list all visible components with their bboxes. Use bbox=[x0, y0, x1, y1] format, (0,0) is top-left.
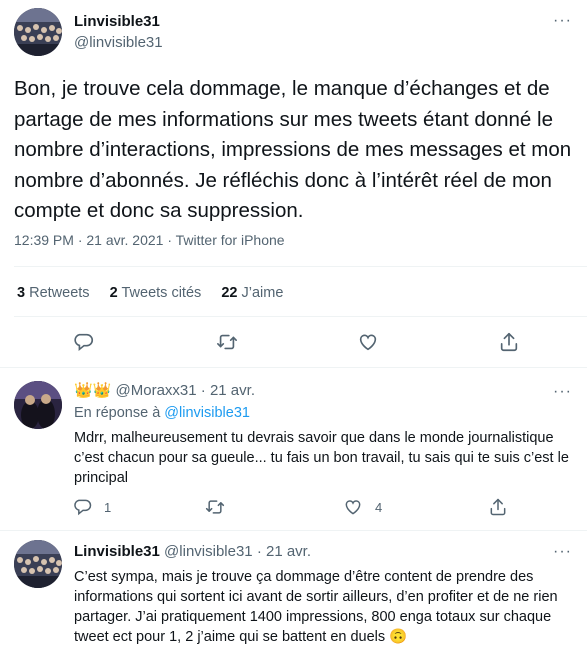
quotes-count: 2 bbox=[109, 285, 118, 301]
retweets-count: 3 bbox=[17, 285, 26, 301]
divider bbox=[0, 367, 587, 368]
retweet-icon[interactable] bbox=[205, 497, 225, 517]
reply-prefix: En réponse à bbox=[74, 405, 161, 421]
likes-label: J’aime bbox=[241, 285, 284, 301]
tweet-time[interactable]: 12:39 PM · 21 avr. 2021 · bbox=[14, 232, 172, 248]
divider bbox=[14, 316, 587, 317]
reply-author-name[interactable]: Linvisible31 bbox=[74, 543, 160, 560]
reply-icon[interactable] bbox=[73, 331, 95, 353]
crowd-photo-icon bbox=[14, 8, 62, 56]
reply-header: 👑👑 @Moraxx31 · 21 avr. bbox=[74, 381, 255, 399]
reply-text: C’est sympa, mais je trouve ça dommage d… bbox=[74, 567, 579, 647]
tweet-source[interactable]: Twitter for iPhone bbox=[176, 232, 285, 248]
retweets-label: Retweets bbox=[29, 285, 90, 301]
reply-time[interactable]: · 21 avr. bbox=[201, 382, 255, 399]
share-icon[interactable] bbox=[498, 331, 520, 353]
like-icon[interactable] bbox=[343, 497, 363, 517]
divider bbox=[0, 530, 587, 531]
more-options-icon[interactable]: ··· bbox=[553, 383, 572, 401]
author-avatar[interactable] bbox=[14, 8, 62, 56]
reply-text: Mdrr, malheureusement tu devrais savoir … bbox=[74, 430, 569, 486]
reply-handle[interactable]: @Moraxx31 bbox=[116, 382, 197, 399]
more-options-icon[interactable]: ··· bbox=[553, 12, 572, 30]
more-options-icon[interactable]: ··· bbox=[553, 543, 572, 561]
reply-count: 1 bbox=[104, 500, 112, 515]
crown-emoji-icon: 👑👑 bbox=[74, 382, 112, 399]
tweet-meta: 12:39 PM · 21 avr. 2021 · Twitter for iP… bbox=[14, 232, 285, 248]
tweet-text: Bon, je trouve cela dommage, le manque d… bbox=[14, 77, 572, 222]
retweet-icon[interactable] bbox=[216, 331, 238, 353]
tweet-stats: 3 Retweets 2 Tweets cités 22 J’aime bbox=[17, 285, 283, 301]
like-count: 4 bbox=[375, 500, 383, 515]
reply-avatar[interactable] bbox=[14, 540, 62, 588]
group-photo-icon bbox=[14, 381, 62, 429]
divider bbox=[14, 266, 587, 267]
quotes-label: Tweets cités bbox=[121, 285, 202, 301]
reply-time[interactable]: · 21 avr. bbox=[257, 543, 311, 560]
retweets-stat[interactable]: 3 Retweets bbox=[17, 285, 94, 301]
crowd-photo-icon bbox=[14, 540, 62, 588]
reply-header: Linvisible31 @linvisible31 · 21 avr. bbox=[74, 543, 311, 560]
author-name[interactable]: Linvisible31 bbox=[74, 13, 160, 30]
reply-avatar[interactable] bbox=[14, 381, 62, 429]
author-handle[interactable]: @linvisible31 bbox=[74, 34, 163, 51]
quotes-stat[interactable]: 2 Tweets cités bbox=[110, 285, 206, 301]
upside-down-face-emoji-icon: 🙃 bbox=[389, 629, 408, 645]
share-icon[interactable] bbox=[488, 497, 508, 517]
likes-stat[interactable]: 22 J’aime bbox=[221, 285, 283, 301]
like-icon[interactable] bbox=[357, 331, 379, 353]
likes-count: 22 bbox=[221, 285, 238, 301]
reply-handle[interactable]: @linvisible31 bbox=[164, 543, 253, 560]
reply-to-link[interactable]: @linvisible31 bbox=[164, 405, 250, 421]
reply-icon[interactable] bbox=[73, 497, 93, 517]
reply-text-body: C’est sympa, mais je trouve ça dommage d… bbox=[74, 569, 558, 645]
reply-context: En réponse à @linvisible31 bbox=[74, 405, 250, 421]
